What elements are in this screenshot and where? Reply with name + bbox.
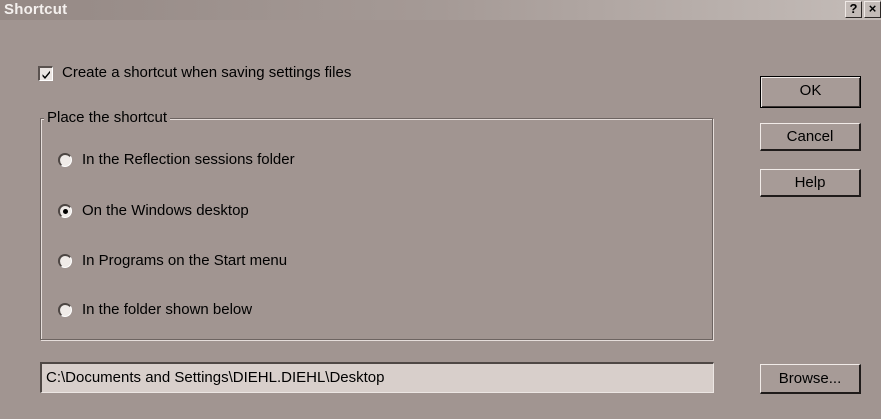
cancel-button[interactable]: Cancel bbox=[760, 123, 861, 151]
ok-button[interactable]: OK bbox=[760, 76, 861, 108]
radio-label-folder-shown-below[interactable]: In the folder shown below bbox=[82, 301, 252, 319]
place-shortcut-group-label: Place the shortcut bbox=[44, 109, 171, 127]
window-title: Shortcut bbox=[4, 1, 68, 18]
browse-button[interactable]: Browse... bbox=[760, 364, 861, 394]
shortcut-folder-path-input[interactable]: C:\Documents and Settings\DIEHL.DIEHL\De… bbox=[40, 362, 714, 393]
shortcut-dialog: Shortcut ? × Create a shortcut when savi… bbox=[0, 0, 881, 419]
title-bar[interactable]: Shortcut ? × bbox=[0, 0, 881, 20]
radio-label-programs-start-menu[interactable]: In Programs on the Start menu bbox=[82, 252, 287, 270]
radio-reflection-sessions-folder[interactable] bbox=[58, 153, 72, 167]
checkmark-icon bbox=[42, 70, 50, 79]
radio-programs-start-menu[interactable] bbox=[58, 254, 72, 268]
help-caption-button[interactable]: ? bbox=[845, 1, 862, 18]
create-shortcut-label[interactable]: Create a shortcut when saving settings f… bbox=[62, 64, 351, 82]
close-caption-button[interactable]: × bbox=[864, 1, 881, 18]
radio-label-reflection-sessions-folder[interactable]: In the Reflection sessions folder bbox=[82, 151, 295, 169]
help-button[interactable]: Help bbox=[760, 169, 861, 197]
radio-label-windows-desktop[interactable]: On the Windows desktop bbox=[82, 202, 249, 220]
radio-selected-dot bbox=[63, 209, 68, 214]
radio-windows-desktop[interactable] bbox=[58, 204, 72, 218]
create-shortcut-checkbox[interactable] bbox=[38, 66, 53, 81]
radio-folder-shown-below[interactable] bbox=[58, 303, 72, 317]
